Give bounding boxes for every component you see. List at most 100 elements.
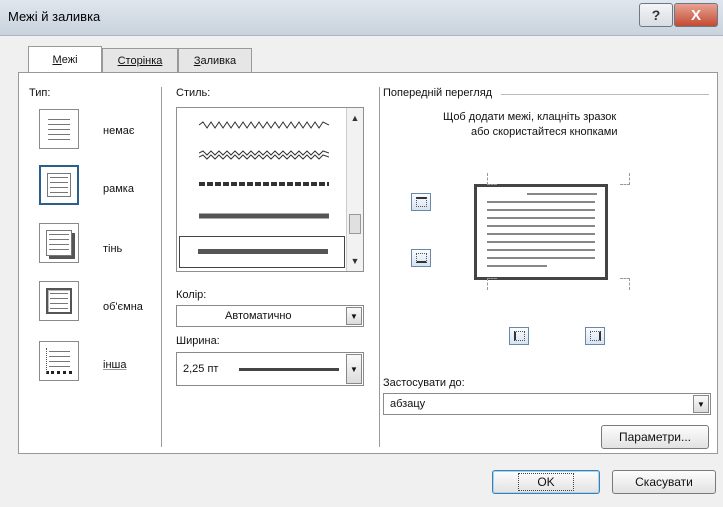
preview-sample[interactable] xyxy=(474,184,608,280)
width-label: Ширина: xyxy=(176,335,220,347)
preview-text-line xyxy=(487,257,595,259)
preview-hint-1: Щоб додати межі, клацніть зразок xyxy=(443,111,617,123)
shadow-border-icon[interactable] xyxy=(39,223,79,263)
separator xyxy=(379,87,380,447)
style-thick-solid[interactable] xyxy=(199,212,329,220)
chevron-down-icon[interactable]: ▼ xyxy=(346,354,362,384)
type-label: Тип: xyxy=(29,87,51,99)
preview-label-rule xyxy=(501,94,709,95)
icon-line xyxy=(49,356,70,357)
window-title: Межі й заливка xyxy=(8,9,101,24)
width-select[interactable]: 2,25 пт ▼ xyxy=(176,352,364,386)
preview-text-line xyxy=(487,201,595,203)
color-select[interactable]: Автоматично ▼ xyxy=(176,305,364,327)
left-border-icon xyxy=(514,331,525,341)
right-border-button[interactable] xyxy=(585,327,605,345)
icon-line xyxy=(49,351,70,352)
box-border-icon[interactable] xyxy=(39,165,79,205)
icon-line xyxy=(49,244,69,245)
tab-borders-hotkey: М xyxy=(52,53,62,66)
3d-border-icon[interactable] xyxy=(39,281,79,321)
title-bar: Межі й заливка ? X xyxy=(0,0,723,36)
preview-text-line xyxy=(487,265,547,267)
style-dash-dot-stroked[interactable] xyxy=(199,180,329,188)
borders-and-shading-dialog: Межі й заливка ? X Межі Сторінка Заливка… xyxy=(0,0,723,507)
icon-line xyxy=(48,139,70,140)
tab-shading-label: Заливка xyxy=(194,55,236,67)
width-sample-line xyxy=(239,368,339,371)
icon-line xyxy=(50,298,68,299)
icon-line xyxy=(50,182,68,183)
top-border-button[interactable] xyxy=(411,193,431,211)
tab-page-label: Сторінка xyxy=(118,55,163,67)
preview-text-line xyxy=(487,233,595,235)
close-button[interactable]: X xyxy=(674,3,718,27)
type-box-label: рамка xyxy=(103,183,134,195)
tab-page-hotkey: С xyxy=(117,54,126,67)
icon-line xyxy=(48,124,70,125)
tab-shading[interactable]: Заливка xyxy=(178,48,252,72)
icon-line xyxy=(49,249,69,250)
tab-page-rest: торінка xyxy=(125,54,163,67)
icon-line xyxy=(49,361,70,362)
apply-to-select[interactable]: абзацу ▼ xyxy=(383,393,711,415)
scroll-down-icon[interactable]: ▼ xyxy=(347,253,363,269)
custom-border-icon[interactable] xyxy=(39,341,79,381)
icon-line xyxy=(50,303,68,304)
borders-tab-panel: Тип: немає рамка тінь об'ємна інша Стиль… xyxy=(18,72,718,454)
none-border-lines xyxy=(46,116,72,142)
cancel-button-label: Скасувати xyxy=(635,475,693,489)
scroll-up-icon[interactable]: ▲ xyxy=(347,110,363,126)
preview-text-line xyxy=(487,241,595,243)
ok-button[interactable]: OK xyxy=(492,470,600,494)
top-border-icon xyxy=(416,197,427,207)
apply-to-value: абзацу xyxy=(390,398,426,410)
style-list-scrollbar[interactable]: ▲ ▼ xyxy=(346,108,363,271)
ok-button-label: OK xyxy=(518,473,574,491)
chevron-down-icon[interactable]: ▼ xyxy=(693,395,709,413)
style-list[interactable]: ▲ ▼ xyxy=(176,107,364,272)
icon-line xyxy=(50,187,68,188)
options-button[interactable]: Параметри... xyxy=(601,425,709,449)
color-value: Автоматично xyxy=(225,310,292,322)
preview-text-line xyxy=(487,209,595,211)
tab-borders[interactable]: Межі xyxy=(28,46,102,72)
none-border-icon[interactable] xyxy=(39,109,79,149)
box-border-lines xyxy=(47,173,71,197)
icon-line xyxy=(49,234,69,235)
tab-borders-label: Межі xyxy=(52,54,77,66)
color-label: Колір: xyxy=(176,289,207,301)
corner-mark xyxy=(487,173,497,185)
preview-label: Попередній перегляд xyxy=(383,87,493,99)
cancel-button[interactable]: Скасувати xyxy=(612,470,716,494)
help-button[interactable]: ? xyxy=(639,3,673,27)
icon-line xyxy=(49,366,70,367)
style-selected-item[interactable] xyxy=(179,236,345,268)
preview-text-line xyxy=(487,249,595,251)
chevron-down-icon[interactable]: ▼ xyxy=(346,307,362,325)
preview-text-line xyxy=(527,193,597,195)
shadow-border-lines xyxy=(46,230,72,256)
type-3d-label: об'ємна xyxy=(103,301,143,313)
style-wave-double[interactable] xyxy=(199,150,329,160)
style-wave-single[interactable] xyxy=(199,120,329,130)
icon-line xyxy=(50,308,68,309)
tab-borders-rest: ежі xyxy=(61,53,78,66)
tab-page[interactable]: Сторінка xyxy=(102,48,178,72)
scroll-thumb[interactable] xyxy=(349,214,361,234)
preview-hint-2: або скористайтеся кнопками xyxy=(471,126,618,138)
type-custom-label: інша xyxy=(103,359,127,371)
type-none-label: немає xyxy=(103,125,135,137)
3d-border-lines xyxy=(46,288,72,314)
custom-border-lines xyxy=(46,348,72,374)
right-border-icon xyxy=(590,331,601,341)
bottom-border-icon xyxy=(416,253,427,263)
help-icon: ? xyxy=(651,7,661,23)
corner-mark xyxy=(620,173,630,185)
icon-line xyxy=(49,239,69,240)
style-label: Стиль: xyxy=(176,87,211,99)
left-border-button[interactable] xyxy=(509,327,529,345)
type-shadow-label: тінь xyxy=(103,243,123,255)
close-icon: X xyxy=(690,6,701,24)
bottom-border-button[interactable] xyxy=(411,249,431,267)
